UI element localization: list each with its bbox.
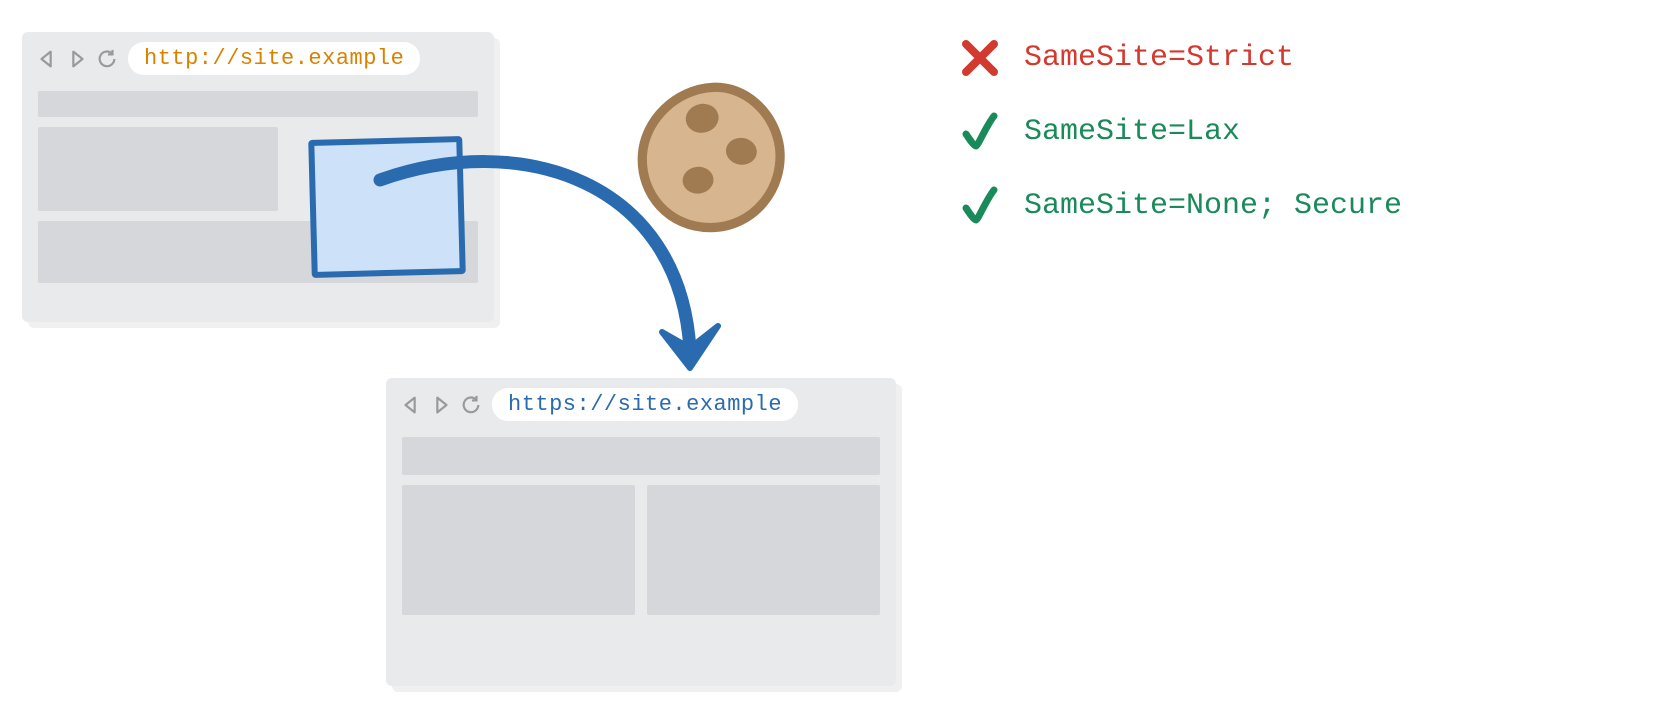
nav-icons (400, 394, 482, 416)
back-icon (400, 394, 422, 416)
content-block (38, 91, 478, 117)
content-block (647, 485, 880, 615)
content-block (38, 127, 278, 211)
forward-icon (430, 394, 452, 416)
nav-icons (36, 48, 118, 70)
clickable-link-region[interactable] (308, 136, 466, 278)
back-icon (36, 48, 58, 70)
legend-item-lax: SameSite=Lax (960, 112, 1402, 152)
content-block (402, 485, 635, 615)
browser-toolbar: https://site.example (386, 378, 896, 429)
browser-content (386, 429, 896, 631)
browser-toolbar: http://site.example (22, 32, 494, 83)
legend-item-strict: SameSite=Strict (960, 38, 1402, 78)
content-block (402, 437, 880, 475)
legend-label: SameSite=Lax (1024, 115, 1240, 149)
legend-label: SameSite=Strict (1024, 41, 1294, 75)
browser-window-target: https://site.example (386, 378, 896, 686)
url-bar: http://site.example (128, 42, 420, 75)
reload-icon (96, 48, 118, 70)
cross-icon (960, 38, 1000, 78)
check-icon (960, 186, 1000, 226)
reload-icon (460, 394, 482, 416)
check-icon (960, 112, 1000, 152)
legend-item-none: SameSite=None; Secure (960, 186, 1402, 226)
samesite-legend: SameSite=Strict SameSite=Lax SameSite=No… (960, 38, 1402, 226)
legend-label: SameSite=None; Secure (1024, 189, 1402, 223)
cookie-icon (630, 75, 795, 240)
forward-icon (66, 48, 88, 70)
url-bar: https://site.example (492, 388, 798, 421)
browser-window-source: http://site.example (22, 32, 494, 322)
